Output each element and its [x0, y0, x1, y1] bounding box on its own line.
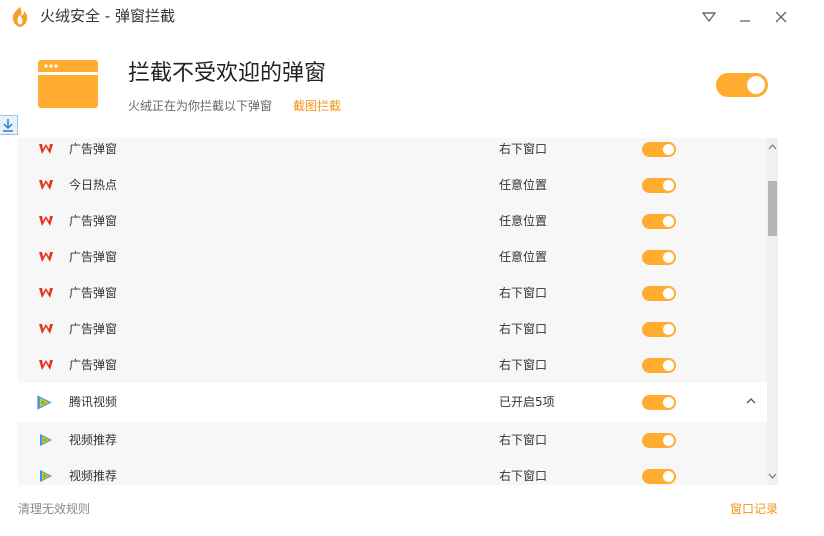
rule-row: 今日热点 任意位置 [18, 167, 767, 203]
rule-toggle[interactable] [642, 178, 676, 193]
side-widget[interactable] [0, 115, 18, 135]
rule-row: 广告弹窗 右下窗口 [18, 275, 767, 311]
rule-name: 广告弹窗 [69, 358, 118, 372]
menu-dropdown-button[interactable] [698, 6, 720, 28]
app-group-toggle[interactable] [642, 395, 676, 410]
rule-row: 视频推荐 右下窗口 [18, 458, 767, 485]
tencent-video-icon [37, 395, 52, 410]
rule-position: 右下窗口 [499, 433, 548, 447]
tencent-video-icon [40, 434, 52, 446]
scroll-up-button[interactable] [767, 140, 778, 154]
rule-row: 广告弹窗 右下窗口 [18, 347, 767, 383]
huorong-logo-icon [12, 7, 28, 27]
title-bar: 火绒安全 - 弹窗拦截 [0, 0, 824, 34]
rule-name: 广告弹窗 [69, 214, 118, 228]
app-group-row[interactable]: 腾讯视频 已开启5项 [18, 384, 767, 420]
rule-position: 任意位置 [499, 250, 548, 264]
master-toggle[interactable] [716, 73, 768, 97]
rule-name: 广告弹窗 [69, 250, 118, 264]
wps-icon [39, 288, 53, 298]
wps-icon [39, 360, 53, 370]
rule-toggle[interactable] [642, 142, 676, 157]
rule-position: 右下窗口 [499, 142, 548, 156]
rule-name: 广告弹窗 [69, 322, 118, 336]
page-subtitle: 火绒正在为你拦截以下弹窗 [128, 99, 273, 113]
rule-name: 广告弹窗 [69, 142, 118, 156]
side-widget-icon [3, 119, 13, 132]
toggle-knob [663, 360, 674, 371]
rule-toggle[interactable] [642, 250, 676, 265]
rule-row: 广告弹窗 右下窗口 [18, 311, 767, 347]
rule-position: 任意位置 [499, 214, 548, 228]
rule-name: 广告弹窗 [69, 286, 118, 300]
app-group-name: 腾讯视频 [69, 395, 118, 409]
wps-icon [39, 180, 53, 190]
rule-position: 右下窗口 [499, 469, 548, 483]
rule-toggle[interactable] [642, 358, 676, 373]
rule-position: 右下窗口 [499, 322, 548, 336]
rule-name: 视频推荐 [69, 469, 118, 483]
window-title: 火绒安全 - 弹窗拦截 [40, 7, 175, 25]
page-title: 拦截不受欢迎的弹窗 [128, 61, 327, 86]
toggle-knob [663, 252, 674, 263]
rule-toggle[interactable] [642, 214, 676, 229]
toggle-knob [663, 397, 674, 408]
app-group-status: 已开启5项 [499, 395, 555, 409]
rule-row: 广告弹窗 右下窗口 [18, 138, 767, 167]
rule-position: 右下窗口 [499, 358, 548, 372]
rule-name: 视频推荐 [69, 433, 118, 447]
rule-toggle[interactable] [642, 286, 676, 301]
rule-row: 视频推荐 右下窗口 [18, 422, 767, 458]
rule-toggle[interactable] [642, 322, 676, 337]
tencent-video-icon [40, 470, 52, 482]
minimize-icon [740, 20, 750, 22]
wps-icon [39, 324, 53, 334]
chevron-up-icon [768, 144, 777, 150]
toggle-knob [663, 324, 674, 335]
list-scrollbar[interactable] [767, 138, 778, 485]
popup-window-icon [38, 60, 98, 108]
toggle-knob [663, 471, 674, 482]
toggle-knob [663, 180, 674, 191]
rule-name: 今日热点 [69, 178, 118, 192]
scroll-down-button[interactable] [767, 469, 778, 483]
scrollbar-thumb[interactable] [768, 181, 777, 236]
chevron-down-icon [768, 473, 777, 479]
rule-row: 广告弹窗 任意位置 [18, 203, 767, 239]
rule-row: 广告弹窗 任意位置 [18, 239, 767, 275]
wps-icon [39, 252, 53, 262]
minimize-button[interactable] [734, 6, 756, 28]
wps-icon [39, 144, 53, 154]
rule-toggle[interactable] [642, 433, 676, 448]
window-records-link[interactable]: 窗口记录 [730, 501, 778, 517]
popup-block-header: 拦截不受欢迎的弹窗 火绒正在为你拦截以下弹窗 截图拦截 [0, 34, 824, 138]
rules-list: 广告弹窗 右下窗口 今日热点 任意位置 广告弹窗 任意位置 广告弹窗 任意位置 … [18, 138, 767, 485]
screenshot-block-link[interactable]: 截图拦截 [293, 98, 341, 114]
rule-position: 任意位置 [499, 178, 548, 192]
chevron-up-icon[interactable] [744, 394, 758, 408]
close-icon [775, 11, 787, 23]
toggle-knob [747, 76, 765, 94]
close-button[interactable] [770, 6, 792, 28]
toggle-knob [663, 288, 674, 299]
toggle-knob [663, 216, 674, 227]
clear-invalid-rules-link[interactable]: 清理无效规则 [18, 501, 90, 517]
toggle-knob [663, 144, 674, 155]
rule-position: 右下窗口 [499, 286, 548, 300]
toggle-knob [663, 435, 674, 446]
wps-icon [39, 216, 53, 226]
chevron-down-triangle-icon [702, 12, 716, 23]
rule-toggle[interactable] [642, 469, 676, 484]
